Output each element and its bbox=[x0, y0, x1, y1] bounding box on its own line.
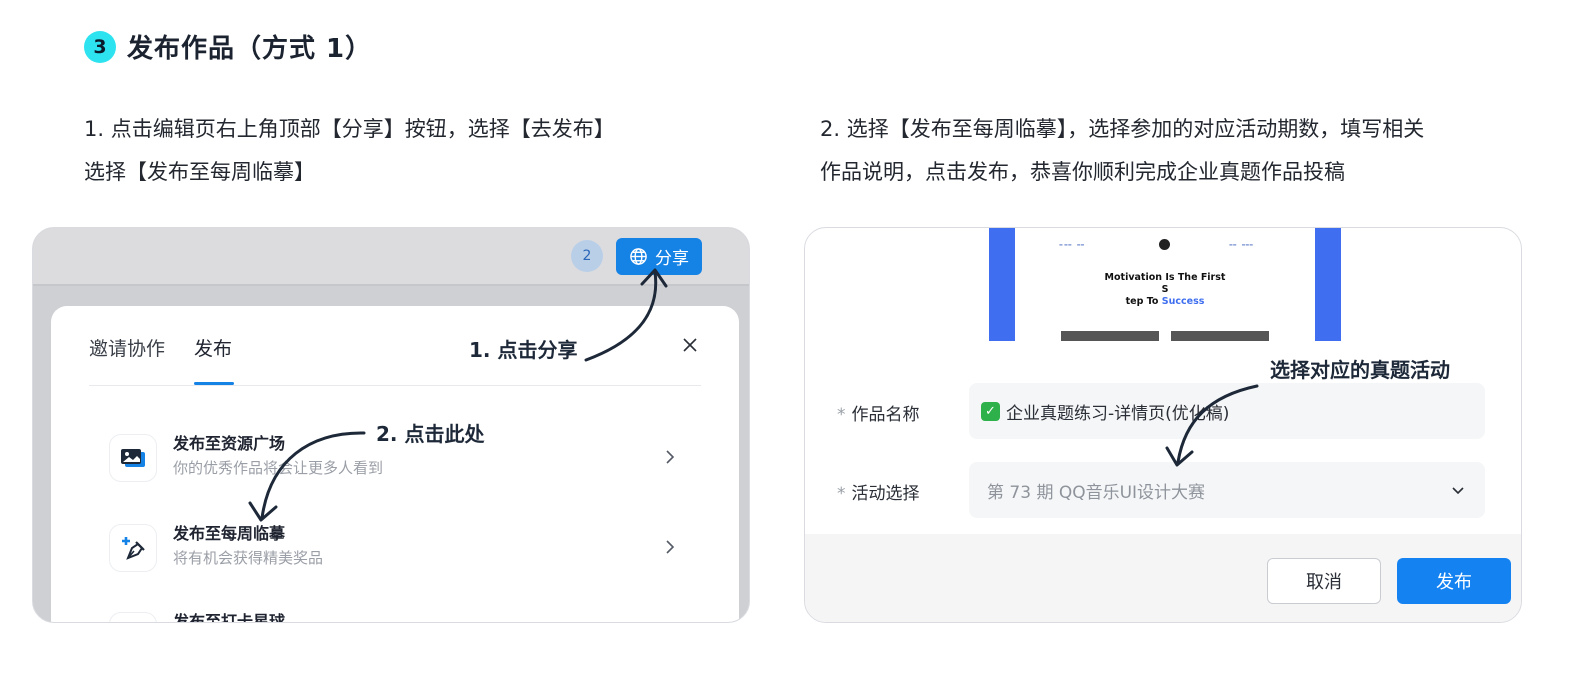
work-preview-thumbnail: ▬ ▬▬ ▬▬ ▬▬ ▬▬▬ Motivation Is The First S… bbox=[989, 228, 1341, 341]
activity-select-value: 第 73 期 QQ音乐UI设计大赛 bbox=[987, 482, 1206, 503]
annotation-click-here: 2. 点击此处 bbox=[376, 422, 485, 446]
activity-label-text: 活动选择 bbox=[851, 484, 920, 504]
publish-option-desc: 将有机会获得精美奖品 bbox=[173, 549, 324, 567]
publish-option-checkin-planet[interactable]: 发布至打卡星球 bbox=[109, 606, 689, 623]
instruction-line: 2. 选择【发布至每周临摹】，选择参加的对应活动期数，填写相关 bbox=[820, 117, 1425, 141]
tab-publish[interactable]: 发布 bbox=[194, 334, 232, 361]
required-mark: * bbox=[837, 484, 846, 504]
share-button[interactable]: 分享 bbox=[616, 238, 702, 275]
preview-nav-mark: ▬ ▬▬ ▬▬ bbox=[1059, 242, 1085, 247]
instruction-line: 选择【发布至每周临摹】 bbox=[84, 160, 315, 184]
cancel-button[interactable]: 取消 bbox=[1267, 558, 1381, 604]
tab-divider bbox=[89, 385, 701, 386]
share-dialog: 邀请协作 发布 发布至资源广场 你的优秀作品将会让更多人看到 发布至每周临摹 将… bbox=[51, 306, 739, 623]
work-name-input[interactable]: ✓ 企业真题练习-详情页(优化稿) bbox=[969, 383, 1485, 439]
publish-option-title: 发布至打卡星球 bbox=[173, 612, 286, 623]
preview-side-bar bbox=[989, 228, 1015, 341]
active-tab-indicator bbox=[194, 382, 234, 385]
work-name-label-text: 作品名称 bbox=[851, 405, 920, 425]
preview-headline-text: tep To bbox=[1125, 296, 1162, 307]
instruction-line: 1. 点击编辑页右上角顶部【分享】按钮，选择【去发布】 bbox=[84, 117, 615, 141]
preview-side-bar bbox=[1315, 228, 1341, 341]
instruction-step-1: 1. 点击编辑页右上角顶部【分享】按钮，选择【去发布】 选择【发布至每周临摹】 bbox=[84, 108, 744, 194]
step-number-badge: 3 bbox=[84, 30, 116, 63]
publish-form-screenshot: ▬ ▬▬ ▬▬ ▬▬ ▬▬▬ Motivation Is The First S… bbox=[804, 227, 1522, 623]
planet-icon bbox=[109, 612, 157, 622]
activity-select[interactable]: 第 73 期 QQ音乐UI设计大赛 bbox=[969, 462, 1485, 518]
required-mark: * bbox=[837, 405, 846, 425]
section-title: 发布作品（方式 1） bbox=[127, 34, 373, 64]
preview-headline-text: Motivation Is The First S bbox=[1104, 272, 1226, 295]
preview-headline: Motivation Is The First S tep To Success bbox=[1103, 272, 1227, 308]
collaborator-count-avatar[interactable]: 2 bbox=[571, 240, 603, 272]
image-gallery-icon bbox=[109, 434, 157, 482]
work-name-label: * 作品名称 bbox=[837, 400, 920, 425]
section-heading: 3 发布作品（方式 1） bbox=[84, 28, 372, 65]
publish-option-desc: 你的优秀作品将会让更多人看到 bbox=[173, 459, 384, 477]
work-name-value: 企业真题练习-详情页(优化稿) bbox=[1006, 403, 1230, 424]
instruction-line: 作品说明，点击发布，恭喜你顺利完成企业真题作品投稿 bbox=[820, 160, 1345, 184]
globe-icon bbox=[630, 248, 647, 265]
publish-button[interactable]: 发布 bbox=[1397, 558, 1511, 604]
preview-headline-accent: Success bbox=[1161, 296, 1205, 307]
publish-option-weekly-copy[interactable]: 发布至每周临摹 将有机会获得精美奖品 bbox=[109, 518, 689, 578]
instruction-step-2: 2. 选择【发布至每周临摹】，选择参加的对应活动期数，填写相关 作品说明，点击发… bbox=[820, 108, 1540, 194]
activity-label: * 活动选择 bbox=[837, 479, 920, 504]
chevron-right-icon bbox=[666, 450, 675, 464]
preview-image-strip bbox=[1061, 331, 1159, 341]
preview-logo-dot bbox=[1159, 239, 1170, 250]
publish-option-title: 发布至每周临摹 bbox=[173, 524, 286, 543]
annotation-click-share: 1. 点击分享 bbox=[469, 338, 578, 362]
close-icon[interactable] bbox=[681, 336, 699, 354]
chevron-right-icon bbox=[666, 540, 675, 554]
share-button-label: 分享 bbox=[655, 249, 689, 269]
annotation-select-activity: 选择对应的真题活动 bbox=[1270, 358, 1450, 382]
editor-topbar: 2 分享 bbox=[33, 228, 749, 286]
tab-invite[interactable]: 邀请协作 bbox=[89, 334, 165, 361]
chevron-down-icon bbox=[1452, 487, 1464, 495]
publish-option-title: 发布至资源广场 bbox=[173, 434, 286, 453]
pen-plus-icon bbox=[109, 524, 157, 572]
form-footer: 取消 发布 bbox=[805, 534, 1521, 622]
preview-image-strip bbox=[1171, 331, 1269, 341]
check-mark-icon: ✓ bbox=[981, 401, 1000, 421]
preview-nav-mark: ▬▬ ▬▬▬ bbox=[1229, 242, 1253, 247]
